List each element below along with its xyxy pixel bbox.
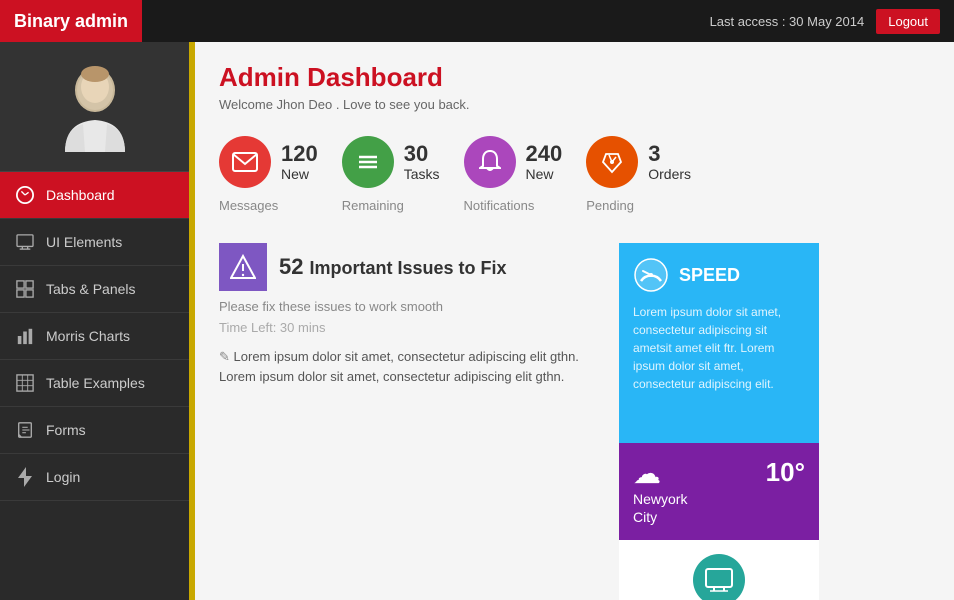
dashboard-icon	[14, 184, 36, 206]
last-access: Last access : 30 May 2014	[710, 14, 865, 29]
weather-top: ☁ NewyorkCity 10°	[633, 457, 805, 526]
stat-messages: 120 New Messages	[219, 136, 318, 213]
issues-time: Time Left: 30 mins	[219, 320, 599, 335]
speed-header: SPEED	[633, 257, 805, 293]
orders-label: Pending	[586, 198, 634, 213]
speed-title: SPEED	[679, 265, 740, 286]
notifications-numbers: 240 New	[526, 142, 563, 182]
issues-panel: 52 Important Issues to Fix Please fix th…	[219, 243, 599, 600]
weather-city-group: ☁ NewyorkCity	[633, 457, 687, 526]
messages-icon-circle	[219, 136, 271, 188]
brand-logo: Binary admin	[0, 0, 142, 42]
logout-button[interactable]: Logout	[876, 9, 940, 34]
chart-icon	[14, 325, 36, 347]
stat-notifications: 240 New Notifications	[464, 136, 563, 213]
bottom-row: 52 Important Issues to Fix Please fix th…	[219, 243, 930, 600]
notifications-count: 240	[526, 142, 563, 166]
messages-label: Messages	[219, 198, 278, 213]
weather-widget: ☁ NewyorkCity 10°	[619, 443, 819, 540]
messages-numbers: 120 New	[281, 142, 318, 182]
orders-numbers: 3 Orders	[648, 142, 691, 182]
avatar-area	[0, 42, 189, 172]
stats-row: 120 New Messages 30 Tasks Remai	[219, 136, 930, 213]
issues-title-group: 52 Important Issues to Fix	[279, 254, 507, 280]
monitor-icon	[14, 231, 36, 253]
lightning-icon	[14, 466, 36, 488]
issues-count: 52	[279, 254, 303, 280]
tasks-label: Remaining	[342, 198, 404, 213]
sidebar-item-charts-label: Morris Charts	[46, 328, 130, 344]
issues-header: 52 Important Issues to Fix	[219, 243, 599, 291]
tasks-sublabel: Tasks	[404, 166, 440, 182]
sidebar-item-tabs-label: Tabs & Panels	[46, 281, 136, 297]
orders-count: 3	[648, 142, 691, 166]
messages-count: 120	[281, 142, 318, 166]
speed-widget: SPEED Lorem ipsum dolor sit amet, consec…	[619, 243, 819, 443]
sidebar-item-tabs[interactable]: Tabs & Panels	[0, 266, 189, 313]
sidebar-item-table[interactable]: Table Examples	[0, 360, 189, 407]
tasks-icon-circle	[342, 136, 394, 188]
issues-subtitle: Please fix these issues to work smooth	[219, 299, 599, 314]
weather-city: NewyorkCity	[633, 490, 687, 526]
table-icon	[14, 372, 36, 394]
notifications-label: Notifications	[464, 198, 535, 213]
sidebar-item-login-label: Login	[46, 469, 80, 485]
orders-sublabel: Orders	[648, 166, 691, 182]
sidebar-item-dashboard-label: Dashboard	[46, 187, 115, 203]
forms-icon	[14, 419, 36, 441]
tabs-icon	[14, 278, 36, 300]
speed-text: Lorem ipsum dolor sit amet, consectetur …	[633, 303, 805, 393]
display-monitor-icon	[693, 554, 745, 600]
issues-title: Important Issues to Fix	[309, 258, 506, 279]
messages-sublabel: New	[281, 166, 318, 182]
sidebar-item-login[interactable]: Login	[0, 454, 189, 501]
stat-orders: 3 Orders Pending	[586, 136, 691, 213]
tasks-count: 30	[404, 142, 440, 166]
layout: Dashboard UI Elements Tabs & Panels Morr…	[0, 42, 954, 600]
notifications-icon-circle	[464, 136, 516, 188]
tasks-numbers: 30 Tasks	[404, 142, 440, 182]
welcome-message: Welcome Jhon Deo . Love to see you back.	[219, 97, 930, 112]
sidebar-item-forms[interactable]: Forms	[0, 407, 189, 454]
sidebar-item-charts[interactable]: Morris Charts	[0, 313, 189, 360]
header-right: Last access : 30 May 2014 Logout	[710, 9, 940, 34]
sidebar-item-ui-label: UI Elements	[46, 234, 122, 250]
widgets-col: SPEED Lorem ipsum dolor sit amet, consec…	[619, 243, 819, 600]
avatar	[55, 62, 135, 152]
stat-tasks: 30 Tasks Remaining	[342, 136, 440, 213]
page-title: Admin Dashboard	[219, 62, 930, 93]
sidebar-item-ui[interactable]: UI Elements	[0, 219, 189, 266]
sidebar-item-forms-label: Forms	[46, 422, 86, 438]
orders-icon-circle	[586, 136, 638, 188]
cloud-icon: ☁	[633, 457, 687, 490]
sidebar-item-dashboard[interactable]: Dashboard	[0, 172, 189, 219]
display-widget: Display Looking Good	[619, 540, 819, 600]
speed-gauge-icon	[633, 257, 669, 293]
sidebar: Dashboard UI Elements Tabs & Panels Morr…	[0, 42, 192, 600]
weather-temp: 10°	[766, 457, 805, 488]
sidebar-item-table-label: Table Examples	[46, 375, 145, 391]
notifications-sublabel: New	[526, 166, 563, 182]
issues-warning-icon	[219, 243, 267, 291]
main-content: Admin Dashboard Welcome Jhon Deo . Love …	[192, 42, 954, 600]
issues-text: ✎ Lorem ipsum dolor sit amet, consectetu…	[219, 347, 599, 386]
header: Binary admin Last access : 30 May 2014 L…	[0, 0, 954, 42]
